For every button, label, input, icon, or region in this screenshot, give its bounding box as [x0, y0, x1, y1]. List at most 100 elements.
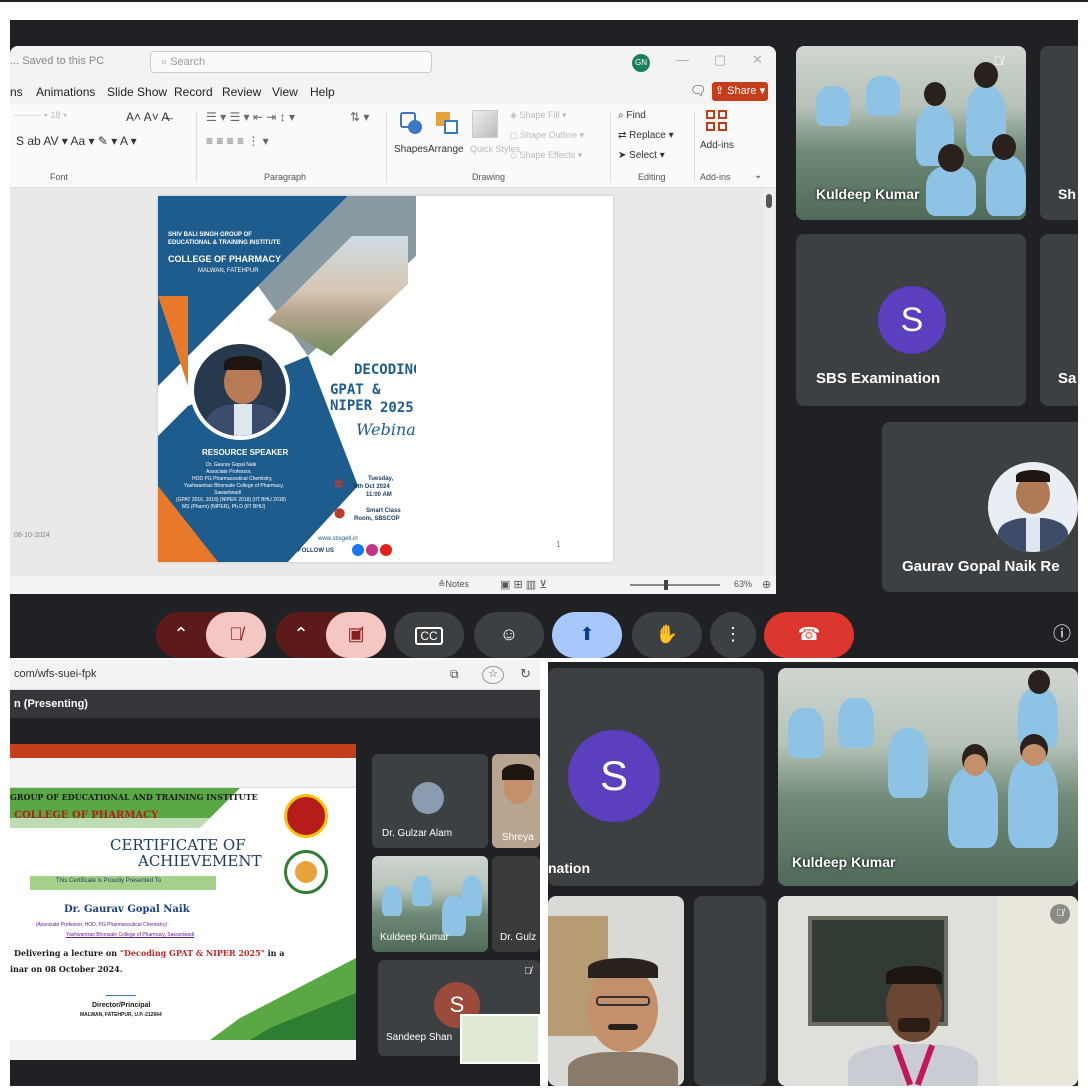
emblem-logo	[284, 850, 328, 894]
shape-effects-button[interactable]: ◇ Shape Effects ▾	[510, 150, 582, 161]
list-icons[interactable]: ☰ ▾ ☰ ▾ ⇤ ⇥ ↕ ▾	[206, 110, 295, 124]
user-avatar[interactable]: GN	[632, 54, 650, 72]
participant-tile-kuldeep-large[interactable]: Kuldeep Kumar	[778, 668, 1078, 886]
search-icon: ⌕	[161, 56, 171, 68]
more-vert-icon: ⋮	[724, 624, 742, 644]
bookmark-star-icon[interactable]: ☆	[482, 666, 504, 684]
collapse-ribbon-icon[interactable]: ⌄	[754, 170, 762, 181]
search-input[interactable]: ⌕ Search	[150, 51, 432, 73]
participant-tile-shreya[interactable]: Shreya	[492, 754, 540, 848]
font-size-icon[interactable]: A˄ A˅ A̶	[126, 110, 169, 124]
menu-help[interactable]: Help	[310, 85, 335, 99]
participant-tile-sh[interactable]: Sh	[1040, 46, 1078, 220]
participant-name: Sa	[1058, 370, 1077, 387]
participant-tile-speaker-room[interactable]: 🎙̸	[778, 896, 1078, 1086]
reactions-button[interactable]: ☺	[474, 612, 544, 658]
addins-icon[interactable]	[706, 110, 728, 132]
view-icons[interactable]: ▣ ⊞ ▥ ⊻	[500, 578, 547, 591]
shape-fill-button[interactable]: ◈ Shape Fill ▾	[510, 110, 566, 121]
select-button[interactable]: ➤ Select ▾	[618, 150, 665, 161]
ppt-status-bar: ≙Notes ▣ ⊞ ▥ ⊻ 63% ⊕	[10, 576, 776, 594]
participant-tile-sa[interactable]: Sa	[1040, 234, 1078, 406]
cert-presented: This Certificate is Proudly Presented To	[56, 878, 161, 884]
poster-venue-1: Smart Class	[366, 508, 401, 514]
end-call-button[interactable]: ☎	[764, 612, 854, 658]
screenshot-collage: ... Saved to this PC ⌕ Search GN — ▢ ✕ n…	[0, 0, 1088, 1090]
participant-name: Dr. Gulzar Alam	[382, 828, 453, 839]
cert-recipient-inst: Yashwantrao Bhonsale College of Pharmacy…	[66, 932, 195, 938]
vertical-scrollbar[interactable]	[764, 188, 774, 576]
calendar-icon: ▦	[334, 478, 344, 489]
menu-review[interactable]: Review	[222, 85, 261, 99]
quick-styles-icon[interactable]	[472, 110, 498, 138]
captions-button[interactable]: CC	[394, 612, 464, 658]
participant-tile-kuldeep[interactable]: Kuldeep Kumar 🎙̸	[796, 46, 1026, 220]
meeting-view-top: ... Saved to this PC ⌕ Search GN — ▢ ✕ n…	[10, 20, 1078, 658]
info-button[interactable]: ⓘ	[1046, 612, 1078, 658]
participant-tile-gulz[interactable]: Dr. Gulz	[492, 856, 540, 952]
align-icons[interactable]: ≡ ≡ ≡ ≡ ⋮ ▾	[206, 134, 269, 148]
poster-time: 11:00 AM	[366, 492, 392, 498]
participant-tile-sbs-examination[interactable]: S SBS Examination	[796, 234, 1026, 406]
participant-tile-man-glasses[interactable]	[548, 896, 684, 1086]
participant-tile-gaurav[interactable]: Gaurav Gopal Naik Re	[882, 422, 1078, 592]
shape-outline-button[interactable]: ◻ Shape Outline ▾	[510, 130, 584, 141]
camera-options-button[interactable]: ⌃	[276, 612, 326, 658]
text-direction-icon[interactable]: ⇅ ▾	[350, 110, 369, 124]
close-icon[interactable]: ✕	[752, 52, 763, 68]
poster-webinar-script: Webinar	[356, 420, 416, 439]
participant-name: Sandeep Shan	[386, 1032, 453, 1043]
shapes-icon[interactable]	[396, 108, 426, 138]
poster-heading-decoding: DECODING	[354, 362, 416, 378]
mic-options-button[interactable]: ⌃	[156, 612, 206, 658]
participant-name: Kuldeep Kumar	[792, 854, 896, 870]
arrange-icon[interactable]	[434, 110, 462, 138]
participant-tile-examination[interactable]: S nation	[548, 668, 764, 886]
fit-slide-icon[interactable]: ⊕	[762, 578, 771, 591]
speaker-photo	[190, 340, 290, 440]
find-button[interactable]: ⌕ Find	[618, 110, 646, 121]
captions-icon: CC	[415, 627, 443, 645]
participant-name: Dr. Gulz	[500, 932, 537, 943]
shapes-button[interactable]: Shapes	[394, 144, 428, 155]
more-options-button[interactable]: ⋮	[710, 612, 756, 658]
address-bar[interactable]: com/wfs-suei-fpk ⧉ ☆ ↻	[10, 660, 540, 690]
font-format-icons[interactable]: S ab AV ▾ Aa ▾ ✎ ▾ A ▾	[16, 134, 137, 148]
reload-icon[interactable]: ↻	[520, 666, 531, 682]
poster-speaker-city: Sawantwadi	[214, 490, 241, 496]
notes-button[interactable]: ≙Notes	[438, 579, 469, 590]
participant-tile-gulzar[interactable]: Dr. Gulzar Alam	[372, 754, 488, 848]
minimize-icon[interactable]: —	[676, 52, 689, 67]
mic-off-button[interactable]: 🎙̸	[206, 612, 266, 658]
menu-view[interactable]: View	[272, 85, 298, 99]
menu-item[interactable]: ns	[10, 85, 23, 99]
raise-hand-button[interactable]: ✋	[632, 612, 702, 658]
slide-canvas[interactable]: SHIV BALI SINGH GROUP OF EDUCATIONAL & T…	[158, 196, 613, 562]
comment-icon[interactable]: 🗨	[690, 83, 707, 99]
arrange-button[interactable]: Arrange	[428, 144, 464, 155]
cert-title-2: ACHIEVEMENT	[138, 852, 262, 870]
group-font-label: Font	[50, 172, 69, 182]
addins-button[interactable]: Add-ins	[700, 140, 734, 151]
replace-button[interactable]: ⇄ Replace ▾	[618, 130, 674, 141]
menu-animations[interactable]: Animations	[36, 85, 95, 99]
poster-date-1: Tuesday,	[368, 476, 394, 482]
poster-org-line2: EDUCATIONAL & TRAINING INSTITUTE	[168, 240, 281, 246]
maximize-icon[interactable]: ▢	[714, 52, 726, 68]
menu-record[interactable]: Record	[174, 85, 213, 99]
cast-icon[interactable]: ⧉	[450, 667, 459, 682]
self-preview-thumbnail[interactable]	[460, 1014, 540, 1064]
group-editing-label: Editing	[638, 172, 666, 182]
poster-follow: FOLLOW US	[298, 548, 334, 554]
camera-off-button[interactable]: ▣̸	[326, 612, 386, 658]
share-button[interactable]: ⇪ Share ▾	[712, 82, 768, 101]
zoom-slider[interactable]	[630, 580, 720, 590]
menu-slide-show[interactable]: Slide Show	[107, 85, 167, 99]
participant-tile-kuldeep-small[interactable]: Kuldeep Kumar	[372, 856, 488, 952]
poster-location: MALWAN, FATEHPUR	[198, 268, 259, 274]
avatar: S	[878, 286, 946, 354]
present-button[interactable]: ⬆	[552, 612, 622, 658]
cert-signer: Director/Principal	[92, 1002, 151, 1009]
participant-tile-empty[interactable]	[694, 896, 766, 1086]
facebook-icon	[352, 544, 364, 556]
